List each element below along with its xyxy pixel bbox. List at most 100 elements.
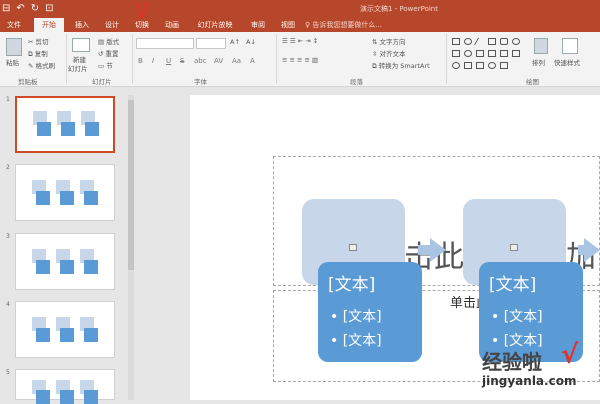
arrange-icon[interactable] xyxy=(534,38,548,54)
bold-button[interactable]: B xyxy=(138,57,143,65)
slide-thumbnail-3[interactable] xyxy=(15,233,115,290)
rectangle-shape-icon[interactable] xyxy=(488,50,496,57)
rectangle-shape-icon[interactable] xyxy=(500,50,508,57)
rounded-rect-icon[interactable] xyxy=(500,38,508,45)
card-title: [文本] xyxy=(328,275,376,295)
star-shape-icon[interactable] xyxy=(500,62,508,69)
rectangle-shape-icon[interactable] xyxy=(452,38,460,45)
font-color-button[interactable]: A xyxy=(250,57,255,65)
quick-access-toolbar: ⊟ ↶ ↻ ⊡ xyxy=(2,2,54,16)
smartart-button[interactable]: ⧉ 转换为 SmartArt xyxy=(372,60,430,71)
bracket-shape-icon[interactable] xyxy=(476,62,484,69)
copy-button[interactable]: ⧉ 复制 xyxy=(28,48,48,59)
align-icons[interactable]: ≡ ≡ ≡ ≡ ▥ xyxy=(282,56,318,64)
card-bullet: • [文本] xyxy=(330,333,382,349)
slide-number: 4 xyxy=(6,301,10,308)
ribbon-divider xyxy=(276,34,277,84)
undo-icon[interactable]: ↶ xyxy=(16,2,24,16)
thumb-shape xyxy=(60,328,74,342)
cut-button[interactable]: ✂ 剪切 xyxy=(28,36,49,46)
smartart-label: 转换为 SmartArt xyxy=(378,62,430,70)
tab-transitions[interactable]: 切换 xyxy=(128,18,156,32)
spacing-button[interactable]: AV xyxy=(214,57,223,65)
rectangle-shape-icon[interactable] xyxy=(476,50,484,57)
thumb-shape xyxy=(36,191,50,205)
picture-placeholder-icon[interactable] xyxy=(510,244,518,251)
bracket-shape-icon[interactable] xyxy=(464,62,472,69)
align-text-button[interactable]: ⇳ 对齐文本 xyxy=(372,48,406,58)
section-button[interactable]: ▭ 节 xyxy=(98,60,113,70)
thumb-shape xyxy=(36,328,50,342)
ribbon-divider xyxy=(446,34,447,84)
thumb-shape xyxy=(36,260,50,274)
reset-label: 重置 xyxy=(105,50,119,58)
shrink-font-icon[interactable]: A↓ xyxy=(246,38,256,46)
strikethrough-button[interactable]: S xyxy=(180,57,184,65)
tab-design[interactable]: 设计 xyxy=(98,18,126,32)
thumb-shape xyxy=(60,390,74,404)
circle-shape-icon[interactable] xyxy=(512,38,520,45)
redo-icon[interactable]: ↻ xyxy=(31,2,39,16)
shadow-button[interactable]: abc xyxy=(194,57,207,65)
italic-button[interactable]: I xyxy=(152,57,154,65)
watermark-check-icon: √ xyxy=(561,340,579,370)
paste-button[interactable]: 粘贴 xyxy=(6,57,19,67)
font-name-combo[interactable] xyxy=(136,38,194,49)
card-bullet: • [文本] xyxy=(491,309,543,325)
tab-animations[interactable]: 动画 xyxy=(158,18,186,32)
quick-styles-button[interactable]: 快速样式 xyxy=(554,57,580,67)
tab-view[interactable]: 视图 xyxy=(274,18,302,32)
thumb-shape xyxy=(37,122,51,136)
thumb-shape xyxy=(36,390,50,404)
grow-font-icon[interactable]: A↑ xyxy=(230,38,240,46)
tab-file[interactable]: 文件 xyxy=(0,18,28,32)
start-presentation-icon[interactable]: ⊡ xyxy=(45,2,53,16)
slide-number: 3 xyxy=(6,233,10,240)
tab-review[interactable]: 审阅 xyxy=(244,18,272,32)
layout-button[interactable]: ▤ 版式 xyxy=(98,36,119,46)
panel-scrollbar-thumb[interactable] xyxy=(128,100,134,270)
change-case-button[interactable]: Aa xyxy=(232,57,241,65)
new-slide-icon[interactable] xyxy=(72,38,90,52)
text-direction-label: 文字方向 xyxy=(379,38,406,46)
new-slide-label: 幻灯片 xyxy=(68,65,88,73)
oval-shape-icon[interactable] xyxy=(464,38,472,45)
paste-icon[interactable] xyxy=(6,38,22,56)
format-painter-label: 格式刷 xyxy=(35,62,56,70)
copy-label: 复制 xyxy=(34,50,48,58)
align-text-label: 对齐文本 xyxy=(379,50,406,58)
slide-thumbnail-1[interactable] xyxy=(15,96,115,153)
arc-shape-icon[interactable] xyxy=(488,62,496,69)
underline-button[interactable]: U xyxy=(166,57,171,65)
window-title: 演示文稿1 - PowerPoint xyxy=(360,5,438,13)
slide-thumbnail-4[interactable] xyxy=(15,301,115,358)
reset-button[interactable]: ↺ 重置 xyxy=(98,48,119,58)
text-direction-button[interactable]: ⇅ 文字方向 xyxy=(372,36,406,46)
smartart-text-card-1[interactable]: [文本] • [文本] • [文本] xyxy=(318,262,422,362)
slides-group-label: 幻灯片 xyxy=(92,78,112,86)
font-group-label: 字体 xyxy=(194,78,207,86)
title-bar xyxy=(0,0,600,18)
bullets-icon[interactable]: ☰ ☰ ⇤ ⇥ ↕ xyxy=(282,37,318,45)
quick-styles-icon[interactable] xyxy=(562,38,578,54)
textbox-shape-icon[interactable] xyxy=(452,50,460,57)
rectangle-shape-icon[interactable] xyxy=(488,38,496,45)
font-size-combo[interactable] xyxy=(196,38,226,49)
slide-number: 2 xyxy=(6,164,10,171)
slide-thumbnail-5[interactable] xyxy=(15,369,115,404)
oval-shape-icon[interactable] xyxy=(464,50,472,57)
rectangle-shape-icon[interactable] xyxy=(512,50,520,57)
picture-placeholder-icon[interactable] xyxy=(349,244,357,251)
thumb-shape xyxy=(84,390,98,404)
thumb-shape xyxy=(85,122,99,136)
arc-shape-icon[interactable] xyxy=(452,62,460,69)
format-painter-button[interactable]: ✎ 格式刷 xyxy=(28,60,55,70)
save-icon[interactable]: ⊟ xyxy=(2,2,10,16)
tell-me-search[interactable]: ♀ 告诉我您想要做什么... xyxy=(305,18,382,32)
ribbon-divider xyxy=(132,34,133,84)
tab-home[interactable]: 开始 xyxy=(34,18,64,32)
tab-slideshow[interactable]: 幻灯片放映 xyxy=(190,18,240,32)
slide-thumbnail-2[interactable] xyxy=(15,164,115,221)
tab-insert[interactable]: 插入 xyxy=(68,18,96,32)
arrange-button[interactable]: 排列 xyxy=(532,57,545,67)
